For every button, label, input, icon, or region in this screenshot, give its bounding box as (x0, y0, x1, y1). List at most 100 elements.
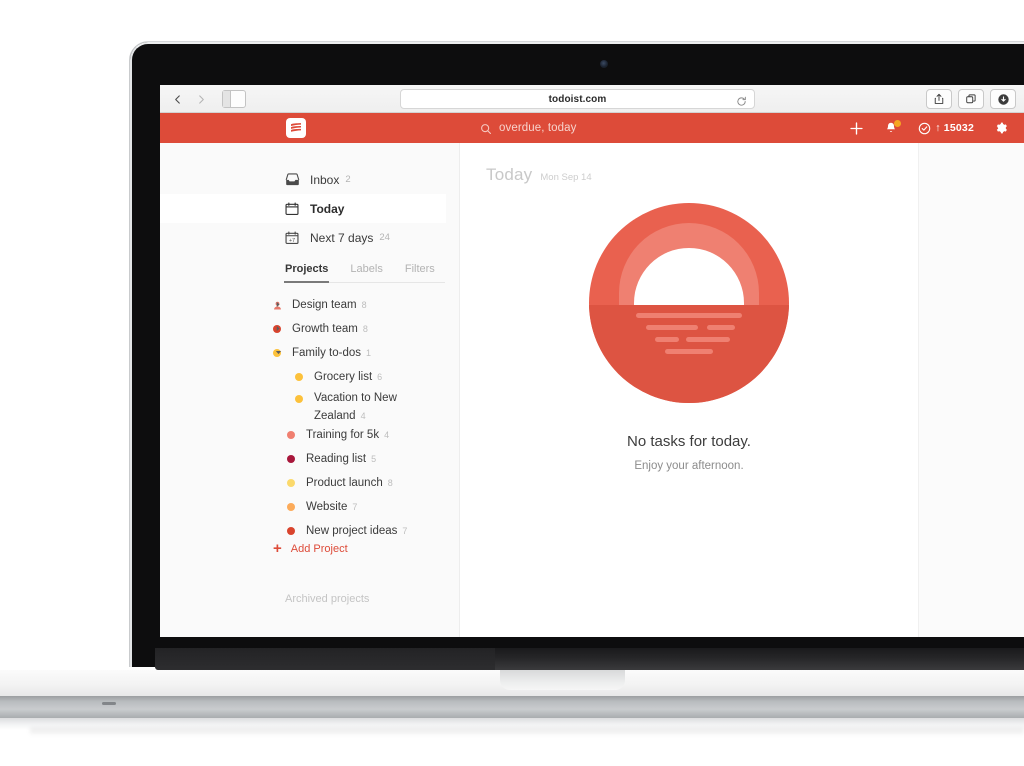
tabs-button[interactable] (958, 89, 984, 109)
search-query-text: overdue, today (499, 122, 577, 134)
project-item-design-team[interactable]: Design team 8 (160, 293, 460, 317)
sidebar-item-inbox[interactable]: Inbox 2 (160, 165, 460, 194)
karma-value: ↑ 15032 (935, 122, 974, 134)
webcam-icon (600, 60, 608, 68)
sidebar-toggle-icon[interactable] (222, 90, 246, 108)
project-count: 8 (361, 300, 367, 310)
plus-icon (850, 121, 863, 135)
project-color-dot (287, 527, 295, 535)
page-date: Mon Sep 14 (540, 172, 592, 183)
sidebar-item-today[interactable]: Today (160, 194, 446, 223)
tabs-icon (966, 94, 976, 104)
browser-nav-buttons (166, 89, 246, 109)
project-color-dot (287, 431, 295, 439)
project-item-vacation-to-new-zealand[interactable]: Vacation to New Zealand 4 (160, 389, 460, 423)
share-button[interactable] (926, 89, 952, 109)
tab-projects[interactable]: Projects (283, 263, 330, 283)
project-item-website[interactable]: Website 7 (160, 495, 460, 519)
tab-filters[interactable]: Filters (405, 263, 435, 275)
project-name: Training for 5k (306, 429, 380, 441)
empty-state-subtitle: Enjoy your afternoon. (634, 460, 744, 472)
project-item-grocery-list[interactable]: Grocery list 6 (160, 365, 460, 389)
tab-labels[interactable]: Labels (350, 263, 382, 275)
content-area: Today Mon Sep 14 No tasks for today. Enj… (460, 143, 918, 637)
project-name: Website (306, 501, 348, 513)
add-project-label: Add Project (290, 543, 348, 555)
settings-button[interactable] (994, 121, 1008, 135)
project-name: Product launch (306, 477, 383, 489)
browser-right-buttons (926, 89, 1016, 109)
karma-indicator[interactable]: ↑ 15032 (918, 122, 974, 135)
project-count: 4 (384, 430, 390, 440)
sidebar-item-label: Today (310, 201, 345, 216)
sunset-illustration (589, 203, 789, 403)
chevron-right-icon (197, 94, 206, 104)
sidebar-item-label: Inbox (310, 172, 340, 187)
back-button[interactable] (166, 89, 188, 109)
content-header: Today Mon Sep 14 (486, 165, 592, 185)
empty-state: No tasks for today. Enjoy your afternoon… (460, 203, 918, 472)
archived-projects-link[interactable]: Archived projects (285, 593, 369, 605)
project-item-training-for-5k[interactable]: Training for 5k 4 (160, 423, 460, 447)
sidebar-item-next-7-days[interactable]: +7 Next 7 days 24 (160, 223, 460, 252)
sidebar-nav: Inbox 2 Today +7 Next 7 days 24 (160, 165, 460, 252)
project-name: Grocery list (314, 371, 373, 383)
notification-badge (894, 120, 902, 127)
reload-icon[interactable] (736, 94, 747, 106)
plus-icon: + (273, 540, 282, 557)
project-color-dot (287, 503, 295, 511)
project-count: 6 (377, 372, 383, 382)
project-count: 4 (360, 411, 366, 421)
download-icon (997, 93, 1009, 105)
chevron-down-icon[interactable] (275, 349, 283, 357)
project-name: Vacation to New Zealand (314, 392, 397, 422)
empty-state-title: No tasks for today. (627, 433, 751, 450)
notifications-button[interactable] (884, 120, 902, 135)
project-color-dot (295, 395, 303, 403)
sidebar-item-label: Next 7 days (310, 230, 374, 245)
chevron-right-icon[interactable] (275, 301, 283, 309)
project-item-product-launch[interactable]: Product launch 8 (160, 471, 460, 495)
karma-icon (918, 122, 931, 134)
todoist-logo-icon[interactable] (286, 118, 306, 138)
project-count: 5 (371, 454, 377, 464)
laptop-screen: todoist.com overdue, today ↑ 15032 Inbox… (160, 85, 1024, 637)
project-list: Design team 8 Growth team 8 Family to-do… (160, 293, 460, 543)
project-color-dot (287, 455, 295, 463)
sidebar-item-count: 24 (379, 232, 390, 243)
laptop-base-foot (102, 702, 116, 705)
downloads-button[interactable] (990, 89, 1016, 109)
project-name: Growth team (292, 323, 358, 335)
forward-button[interactable] (190, 89, 212, 109)
laptop-base-body (0, 696, 1024, 718)
project-name: New project ideas (306, 525, 398, 537)
sidebar: Inbox 2 Today +7 Next 7 days 24 Projects… (160, 143, 460, 637)
laptop-lid-bottom-edge (155, 648, 1024, 670)
address-bar[interactable]: todoist.com (400, 89, 755, 109)
add-task-button[interactable] (849, 121, 864, 136)
project-item-family-to-dos[interactable]: Family to-dos 1 (160, 341, 460, 365)
browser-toolbar: todoist.com (160, 85, 1024, 113)
project-name: Family to-dos (292, 347, 362, 359)
add-project-button[interactable]: + Add Project (273, 540, 348, 557)
sidebar-item-count: 2 (345, 174, 351, 185)
app-body: Inbox 2 Today +7 Next 7 days 24 Projects… (160, 143, 1024, 637)
screenshot-stage: todoist.com overdue, today ↑ 15032 Inbox… (0, 0, 1024, 766)
project-color-dot (287, 479, 295, 487)
laptop-base-notch (500, 670, 625, 690)
page-title: Today (486, 165, 533, 184)
project-count: 7 (352, 502, 358, 512)
right-panel (918, 143, 1024, 637)
project-item-growth-team[interactable]: Growth team 8 (160, 317, 460, 341)
project-count: 8 (362, 324, 368, 334)
chevron-right-icon[interactable] (275, 325, 283, 333)
todoist-app-bar: overdue, today ↑ 15032 (160, 113, 1024, 143)
search-field[interactable]: overdue, today (480, 113, 576, 143)
gear-icon (996, 122, 1007, 134)
project-item-new-project-ideas[interactable]: New project ideas 7 (160, 519, 460, 543)
project-item-reading-list[interactable]: Reading list 5 (160, 447, 460, 471)
project-count: 8 (387, 478, 393, 488)
app-bar-actions: ↑ 15032 (849, 113, 1008, 143)
project-color-dot (295, 373, 303, 381)
project-name: Reading list (306, 453, 367, 465)
